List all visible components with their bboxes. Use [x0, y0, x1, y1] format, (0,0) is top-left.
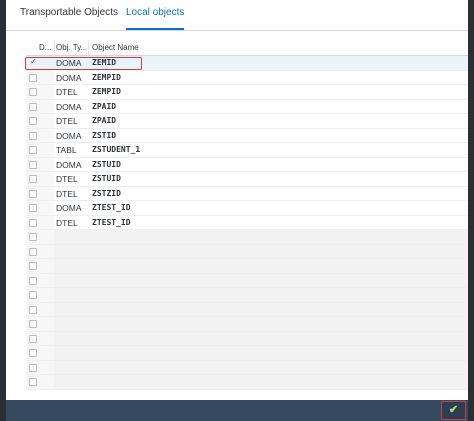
object-type-cell: DOMA — [56, 159, 82, 170]
column-header-object-name[interactable]: Object Name — [92, 40, 172, 55]
row-checkbox[interactable] — [29, 204, 37, 212]
empty-table-row — [26, 360, 468, 375]
row-checkbox[interactable] — [29, 175, 37, 183]
table-row[interactable]: TABL ZSTUDENT_1 — [26, 143, 468, 158]
object-type-cell: DOMA — [56, 130, 82, 141]
object-type-cell: DTEL — [56, 188, 78, 199]
empty-table-row — [26, 244, 468, 259]
table-row[interactable]: DTEL ZEMPID — [26, 85, 468, 100]
table-row[interactable]: DTEL ZSTUID — [26, 172, 468, 187]
tab-transportable-objects[interactable]: Transportable Objects — [20, 6, 118, 24]
row-background — [54, 99, 468, 113]
column-header-object-type[interactable]: Obj. Ty... — [56, 40, 86, 55]
row-background — [54, 302, 468, 316]
object-name-cell: ZTEST_ID — [92, 203, 131, 212]
empty-table-row — [26, 288, 468, 303]
row-checkbox[interactable] — [29, 233, 37, 241]
object-type-cell: DTEL — [56, 116, 78, 126]
selected-row-highlight — [25, 57, 142, 70]
empty-table-row — [26, 331, 468, 346]
table-row[interactable]: DTEL ZTEST_ID — [26, 215, 468, 230]
row-background — [54, 244, 468, 258]
row-checkbox[interactable] — [29, 378, 37, 386]
row-background — [54, 114, 468, 128]
row-checkbox[interactable] — [29, 276, 37, 285]
confirm-button[interactable]: ✔ — [441, 401, 466, 420]
row-background — [54, 128, 468, 142]
table-row[interactable]: DOMA ZTEST_ID — [26, 201, 468, 216]
empty-table-row — [26, 302, 468, 317]
column-header-d[interactable]: D... — [39, 40, 51, 55]
dialog-footer — [6, 400, 468, 421]
row-checkbox[interactable] — [29, 305, 37, 314]
empty-table-row — [26, 346, 468, 361]
row-background — [54, 259, 468, 273]
table-row[interactable]: DTEL ZPAID — [26, 114, 468, 129]
object-name-cell: ZSTUID — [92, 174, 121, 183]
object-name-cell: ZPAID — [92, 101, 117, 111]
table-row[interactable]: DOMA ZEMPID — [26, 70, 468, 85]
row-background — [54, 230, 468, 244]
row-background — [54, 288, 468, 302]
object-type-cell: DOMA — [56, 203, 82, 213]
object-type-cell: DOMA — [56, 101, 82, 112]
object-name-cell: ZEMPID — [92, 72, 121, 82]
row-checkbox[interactable] — [29, 117, 37, 125]
row-checkbox[interactable] — [29, 73, 37, 82]
object-type-cell: TABL — [56, 145, 77, 155]
row-checkbox[interactable] — [29, 146, 37, 154]
row-checkbox[interactable] — [29, 88, 37, 96]
row-checkbox[interactable] — [29, 218, 37, 227]
empty-table-row — [26, 259, 468, 274]
row-checkbox[interactable] — [29, 320, 37, 328]
object-name-cell: ZSTZID — [92, 188, 121, 198]
object-type-cell: DTEL — [56, 174, 78, 184]
row-background — [54, 346, 468, 360]
row-background — [54, 331, 468, 345]
object-name-cell: ZTEST_ID — [92, 217, 131, 227]
row-checkbox[interactable] — [29, 189, 37, 198]
table-header: D... Obj. Ty... Object Name — [26, 40, 468, 56]
object-name-cell: ZSTUDENT_1 — [92, 145, 141, 154]
empty-table-row — [26, 230, 468, 245]
object-name-cell: ZSTID — [92, 130, 117, 140]
row-background — [54, 375, 468, 389]
object-name-cell: ZEMPID — [92, 87, 121, 96]
tab-local-objects[interactable]: Local objects — [126, 6, 185, 30]
table-body: ✓ DOMA ZEMID DOMA ZEMPID DTEL ZEMPID DOMA ZPAID D… — [26, 56, 468, 390]
row-checkbox[interactable] — [29, 160, 37, 169]
row-checkbox[interactable] — [29, 262, 37, 270]
table-row[interactable]: DOMA ZPAID — [26, 99, 468, 114]
row-background — [54, 360, 468, 374]
object-type-cell: DTEL — [56, 217, 78, 228]
row-checkbox[interactable] — [29, 349, 37, 357]
empty-table-row — [26, 375, 468, 390]
tab-bar: Transportable Objects Local objects — [6, 0, 468, 31]
row-checkbox[interactable] — [29, 334, 37, 343]
empty-table-row — [26, 273, 468, 288]
row-checkbox[interactable] — [29, 131, 37, 140]
row-checkbox[interactable] — [29, 247, 37, 256]
table-row[interactable]: DOMA ZSTID — [26, 128, 468, 143]
row-background — [54, 273, 468, 287]
row-checkbox[interactable] — [29, 291, 37, 299]
table-row[interactable]: DOMA ZSTUID — [26, 157, 468, 172]
empty-table-row — [26, 317, 468, 332]
object-type-cell: DOMA — [56, 72, 82, 83]
row-checkbox[interactable] — [29, 102, 37, 111]
row-checkbox[interactable] — [29, 363, 37, 372]
checkmark-icon: ✔ — [448, 404, 459, 416]
objects-table: D... Obj. Ty... Object Name ✓ DOMA ZEMID DO… — [26, 40, 468, 400]
row-background — [54, 317, 468, 331]
object-type-cell: DTEL — [56, 87, 78, 97]
table-row[interactable]: DTEL ZSTZID — [26, 186, 468, 201]
object-name-cell: ZSTUID — [92, 159, 121, 169]
object-name-cell: ZPAID — [92, 116, 117, 125]
